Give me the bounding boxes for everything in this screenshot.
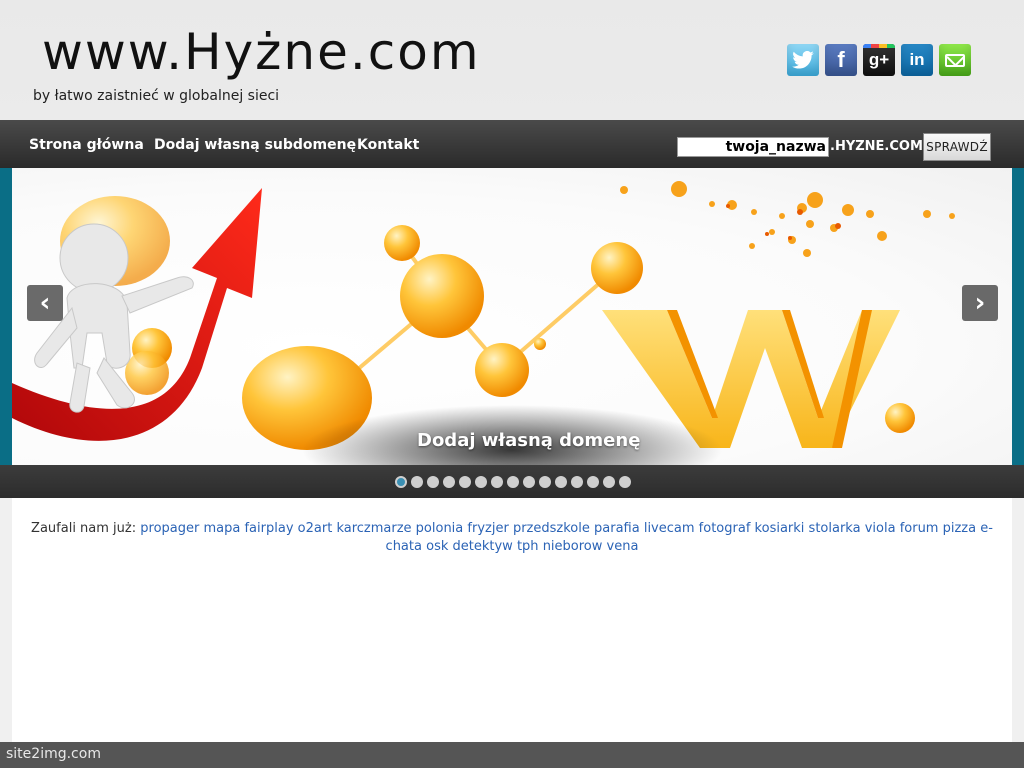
trusted-link[interactable]: fairplay xyxy=(244,521,293,536)
domain-suffix: .HYZNE.COM xyxy=(830,139,923,154)
pagination-dot[interactable] xyxy=(523,475,535,488)
linkedin-icon[interactable]: in xyxy=(901,44,933,76)
pagination-dot[interactable] xyxy=(459,475,471,488)
trusted-link[interactable]: polonia xyxy=(416,521,464,536)
pagination-dot[interactable] xyxy=(571,475,583,488)
pagination-dot[interactable] xyxy=(619,475,631,488)
slider-pagination xyxy=(0,465,1024,498)
pagination-dot[interactable] xyxy=(603,475,615,488)
footer-text: site2img.com xyxy=(6,746,101,762)
pagination-dot[interactable] xyxy=(411,475,423,488)
trusted-link[interactable]: livecam xyxy=(644,521,695,536)
trusted-label: Zaufali nam już: xyxy=(31,521,137,536)
slide-image xyxy=(12,168,1012,465)
pagination-dot[interactable] xyxy=(555,475,567,488)
pagination-dot[interactable] xyxy=(491,475,503,488)
nav-add-subdomain[interactable]: Dodaj własną subdomenę xyxy=(154,137,356,153)
pagination-dot[interactable] xyxy=(587,475,599,488)
trusted-link[interactable]: karczmarze xyxy=(336,521,411,536)
domain-name-input[interactable]: twoja_nazwa xyxy=(677,137,829,157)
pagination-dot[interactable] xyxy=(395,475,407,488)
trusted-link[interactable]: tph xyxy=(517,539,539,554)
trusted-link[interactable]: parafia xyxy=(594,521,640,536)
pagination-dot[interactable] xyxy=(443,475,455,488)
slider-next-button[interactable]: › xyxy=(962,285,998,321)
trusted-link[interactable]: mapa xyxy=(203,521,240,536)
trusted-link[interactable]: propager xyxy=(140,521,199,536)
trusted-clients: Zaufali nam już: propager mapa fairplay … xyxy=(24,520,1000,556)
hero-slider xyxy=(0,168,1024,465)
site-subtitle: by łatwo zaistnieć w globalnej sieci xyxy=(33,88,280,104)
facebook-icon[interactable]: f xyxy=(825,44,857,76)
pagination-dots xyxy=(395,475,631,488)
trusted-link[interactable]: detektyw xyxy=(453,539,513,554)
trusted-link[interactable]: forum xyxy=(900,521,939,536)
nav-home[interactable]: Strona główna xyxy=(29,137,144,153)
trusted-link[interactable]: fryzjer xyxy=(467,521,508,536)
slide-caption: Dodaj własną domenę xyxy=(417,430,641,451)
pagination-dot[interactable] xyxy=(539,475,551,488)
trusted-link[interactable]: stolarka xyxy=(809,521,861,536)
email-icon[interactable] xyxy=(939,44,971,76)
social-links: f g+ in xyxy=(787,44,971,76)
trusted-link[interactable]: viola xyxy=(865,521,896,536)
trusted-link[interactable]: pizza xyxy=(943,521,976,536)
trusted-link[interactable]: nieborow xyxy=(543,539,603,554)
pagination-dot[interactable] xyxy=(475,475,487,488)
pagination-dot[interactable] xyxy=(507,475,519,488)
pagination-dot[interactable] xyxy=(427,475,439,488)
trusted-link[interactable]: vena xyxy=(607,539,639,554)
site-title[interactable]: www.Hyżne.com xyxy=(42,20,481,84)
trusted-link[interactable]: fotograf xyxy=(699,521,751,536)
nav-contact[interactable]: Kontakt xyxy=(357,137,419,153)
google-plus-icon[interactable]: g+ xyxy=(863,44,895,76)
twitter-icon[interactable] xyxy=(787,44,819,76)
footer-bar: site2img.com xyxy=(0,742,1024,768)
growth-illustration xyxy=(12,181,955,465)
check-domain-button[interactable]: SPRAWDŹ xyxy=(923,133,991,161)
slider-prev-button[interactable]: ‹ xyxy=(27,285,63,321)
trusted-links: propager mapa fairplay o2art karczmarze … xyxy=(140,521,993,554)
trusted-link[interactable]: osk xyxy=(426,539,448,554)
trusted-link[interactable]: kosiarki xyxy=(755,521,805,536)
site-header: www.Hyżne.com by łatwo zaistnieć w globa… xyxy=(0,0,1024,120)
trusted-link[interactable]: o2art xyxy=(298,521,333,536)
trusted-link[interactable]: przedszkole xyxy=(513,521,590,536)
